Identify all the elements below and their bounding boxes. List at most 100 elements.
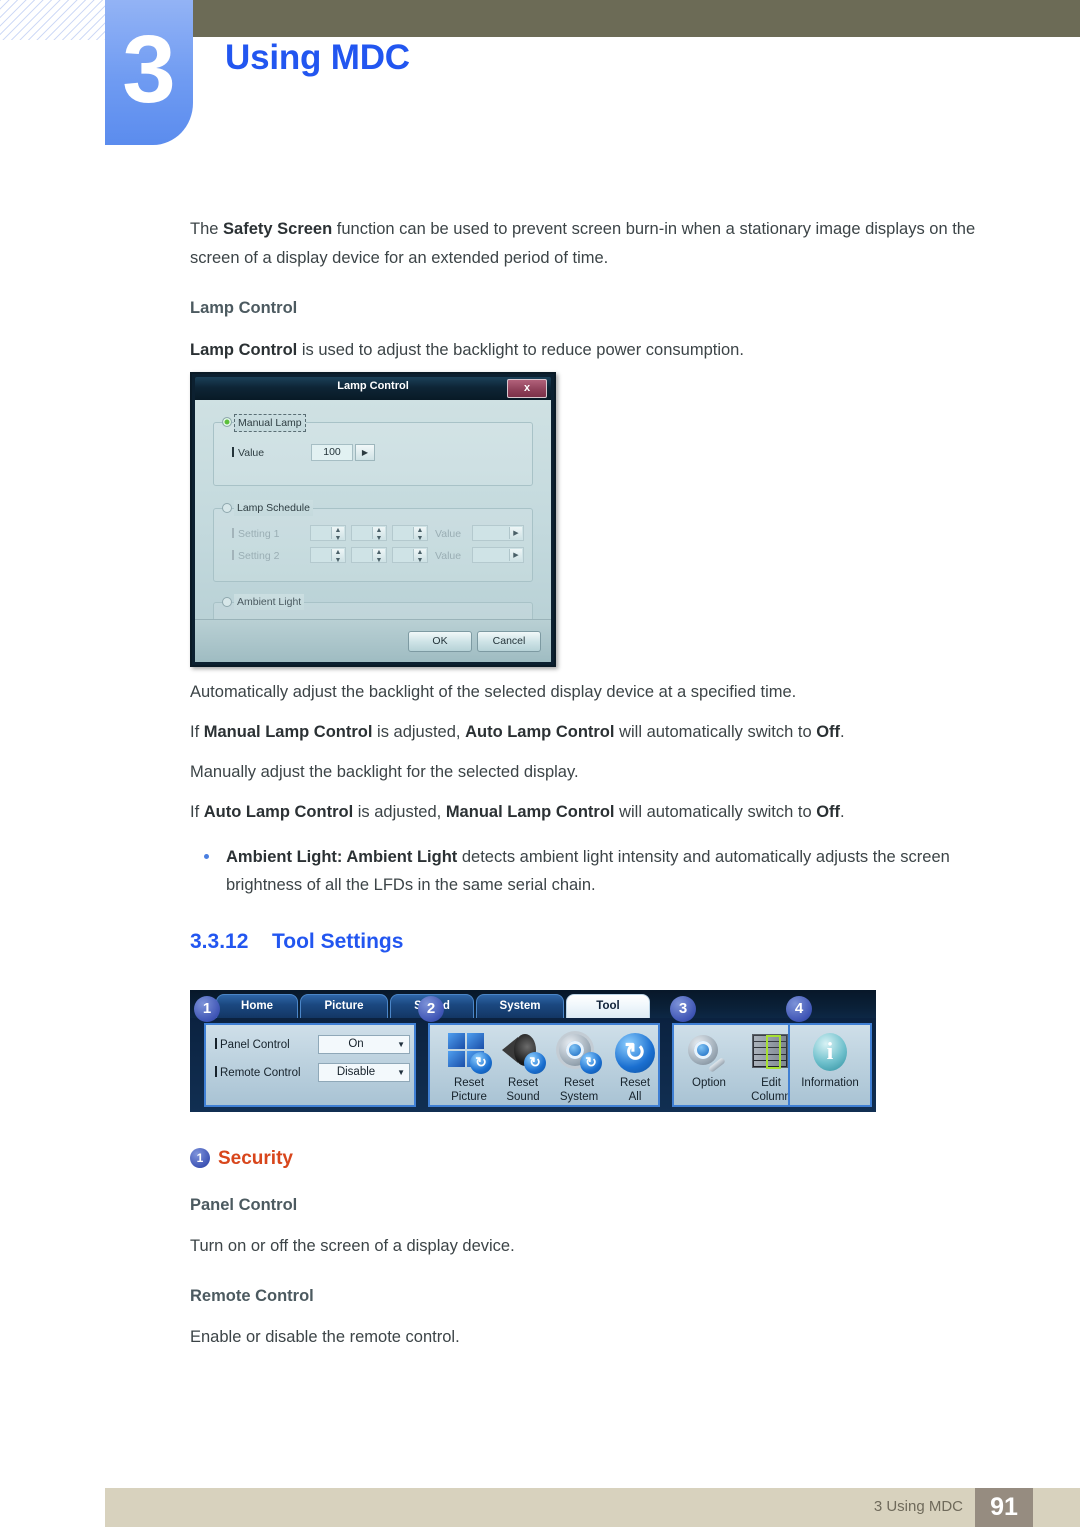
setting2-value-arrow[interactable]: ▶ xyxy=(509,549,522,561)
lamp-note-1: Automatically adjust the backlight of th… xyxy=(190,683,797,701)
value-label: Value xyxy=(232,447,264,459)
setting2-second-spinner[interactable]: ▲ ▼ xyxy=(413,549,426,564)
note4-p3: Manual Lamp Control xyxy=(445,803,615,821)
note4-p0: If xyxy=(190,803,204,821)
lamp-schedule-group: Lamp Schedule Setting 1 ▲ ▼ ▲ ▼ ▲ ▼ Value ▶… xyxy=(213,500,533,582)
note4-p1: Auto Lamp Control xyxy=(203,803,354,821)
reset-picture-icon: ↻ xyxy=(446,1032,492,1074)
tab-tool[interactable]: Tool xyxy=(566,994,650,1019)
ambient-light-radio[interactable] xyxy=(222,597,232,607)
remote-control-text: Enable or disable the remote control. xyxy=(190,1328,460,1346)
setting2-second-input[interactable]: ▲ ▼ xyxy=(392,547,428,564)
setting2-value-input[interactable]: ▶ xyxy=(472,547,524,563)
setting1-value-input[interactable]: ▶ xyxy=(472,525,524,541)
lamp-schedule-radio[interactable] xyxy=(222,503,232,513)
setting2-value-label: Value xyxy=(435,550,462,562)
lamp-note-4: If Auto Lamp Control is adjusted, Manual… xyxy=(190,798,1010,827)
setting2-minute-input[interactable]: ▲ ▼ xyxy=(351,547,387,564)
lamp-control-description: Lamp Control is used to adjust the backl… xyxy=(190,336,1010,365)
remote-control-heading: Remote Control xyxy=(190,1287,314,1305)
value-label-text: Value xyxy=(238,447,265,459)
setting1-hour-spinner[interactable]: ▲ ▼ xyxy=(331,527,344,542)
panel-control-select[interactable]: On ▼ xyxy=(318,1035,410,1054)
callout-badge-2: 2 xyxy=(418,996,444,1022)
callout-badge-3: 3 xyxy=(670,996,696,1022)
reset-all-label-1: Reset xyxy=(619,1077,651,1089)
intro-pre: The xyxy=(190,220,224,238)
tab-home[interactable]: Home xyxy=(216,994,298,1019)
setting1-minute-input[interactable]: ▲ ▼ xyxy=(351,525,387,542)
page-number: 91 xyxy=(975,1488,1033,1527)
note2-p2: is adjusted, xyxy=(372,723,466,741)
security-badge: 1 xyxy=(190,1148,210,1168)
lamp-control-desc-rest: is used to adjust the backlight to reduc… xyxy=(297,341,744,359)
value-input[interactable]: 100 xyxy=(311,444,353,461)
reset-all-label-2: All xyxy=(628,1091,642,1103)
option-gear-wrench-icon xyxy=(686,1032,732,1074)
page-title: 3.3.12 Tool Settings xyxy=(190,930,403,954)
setting1-second-spinner[interactable]: ▲ ▼ xyxy=(413,527,426,542)
setting1-second-input[interactable]: ▲ ▼ xyxy=(392,525,428,542)
panel-control-heading: Panel Control xyxy=(190,1196,298,1214)
option-label-1: Option xyxy=(692,1077,726,1089)
remote-control-select[interactable]: Disable ▼ xyxy=(318,1063,410,1082)
main-content-lower: Panel Control Turn on or off the screen … xyxy=(190,1196,1010,1352)
lamp-note-3: Manually adjust the backlight for the se… xyxy=(190,763,579,781)
refresh-overlay-icon: ↻ xyxy=(524,1052,546,1074)
lamp-note-2: If Manual Lamp Control is adjusted, Auto… xyxy=(190,718,1010,747)
callout-badge-4: 4 xyxy=(786,996,812,1022)
remote-control-label-text: Remote Control xyxy=(220,1067,301,1079)
security-heading: 1 Security xyxy=(190,1148,293,1170)
section-number: 3.3.12 xyxy=(190,930,249,953)
lamp-control-dialog: Lamp Control x Manual Lamp Value 100 ▶ L… xyxy=(190,372,556,667)
note4-p5: Off xyxy=(816,803,841,821)
note2-p6: . xyxy=(840,723,845,741)
tool-toolbar-figure: Home Picture Sound System Tool 1 2 3 4 P… xyxy=(190,990,876,1112)
bullet-bold-2: Ambient Light xyxy=(346,848,458,866)
lamp-control-dialog-figure: Lamp Control x Manual Lamp Value 100 ▶ L… xyxy=(190,372,556,667)
cancel-button[interactable]: Cancel xyxy=(477,631,541,652)
dialog-body: Manual Lamp Value 100 ▶ Lamp Schedule Se… xyxy=(195,400,551,662)
refresh-big-icon: ↻ xyxy=(615,1033,655,1073)
panel-control-text: Turn on or off the screen of a display d… xyxy=(190,1237,515,1255)
page-footer: 3 Using MDC 91 xyxy=(105,1488,1080,1527)
value-increment-button[interactable]: ▶ xyxy=(355,444,375,461)
chapter-number: 3 xyxy=(122,16,176,123)
panel-control-label: Panel Control xyxy=(215,1038,290,1051)
chevron-down-icon[interactable]: ▼ xyxy=(397,1036,405,1054)
setting1-value-arrow[interactable]: ▶ xyxy=(509,527,522,539)
setting2-hour-spinner[interactable]: ▲ ▼ xyxy=(331,549,344,564)
close-icon[interactable]: x xyxy=(507,379,547,398)
option-button[interactable]: Option xyxy=(674,1032,744,1090)
chevron-down-icon[interactable]: ▼ xyxy=(397,1064,405,1082)
reset-all-button[interactable]: ↻ Reset All xyxy=(600,1032,670,1104)
tab-picture[interactable]: Picture xyxy=(300,994,388,1019)
setting1-hour-input[interactable]: ▲ ▼ xyxy=(310,525,346,542)
list-item: Ambient Light: Ambient Light detects amb… xyxy=(190,843,1010,899)
toolbar-group-information: i Information xyxy=(788,1023,872,1107)
tab-system[interactable]: System xyxy=(476,994,564,1019)
callout-badge-1: 1 xyxy=(194,996,220,1022)
panel-control-label-text: Panel Control xyxy=(220,1039,290,1051)
setting1-minute-spinner[interactable]: ▲ ▼ xyxy=(372,527,385,542)
dialog-title: Lamp Control xyxy=(337,380,409,392)
note2-p1: Manual Lamp Control xyxy=(203,723,373,741)
ambient-light-label: Ambient Light xyxy=(234,594,305,610)
reset-sound-icon: ↻ xyxy=(500,1032,546,1074)
manual-lamp-group: Manual Lamp Value 100 ▶ xyxy=(213,414,533,486)
information-icon: i xyxy=(807,1032,853,1074)
toolbar-ribbon-body: 1 2 3 4 Panel Control On ▼ Remote Contro… xyxy=(190,996,876,1112)
note4-p4: will automatically switch to xyxy=(614,803,817,821)
reset-all-icon: ↻ xyxy=(612,1032,658,1074)
setting2-hour-input[interactable]: ▲ ▼ xyxy=(310,547,346,564)
ok-button[interactable]: OK xyxy=(408,631,472,652)
main-content-upper: The Safety Screen function can be used t… xyxy=(190,215,1010,365)
reset-system-icon: ↻ xyxy=(556,1032,602,1074)
setting1-value-label: Value xyxy=(435,528,462,540)
ambient-light-bullet-list: Ambient Light: Ambient Light detects amb… xyxy=(190,843,1010,899)
manual-lamp-radio[interactable] xyxy=(222,417,232,427)
setting1-label: Setting 1 xyxy=(232,528,279,540)
information-button[interactable]: i Information xyxy=(795,1032,865,1090)
setting2-minute-spinner[interactable]: ▲ ▼ xyxy=(372,549,385,564)
bullet-mid: : xyxy=(336,848,347,866)
